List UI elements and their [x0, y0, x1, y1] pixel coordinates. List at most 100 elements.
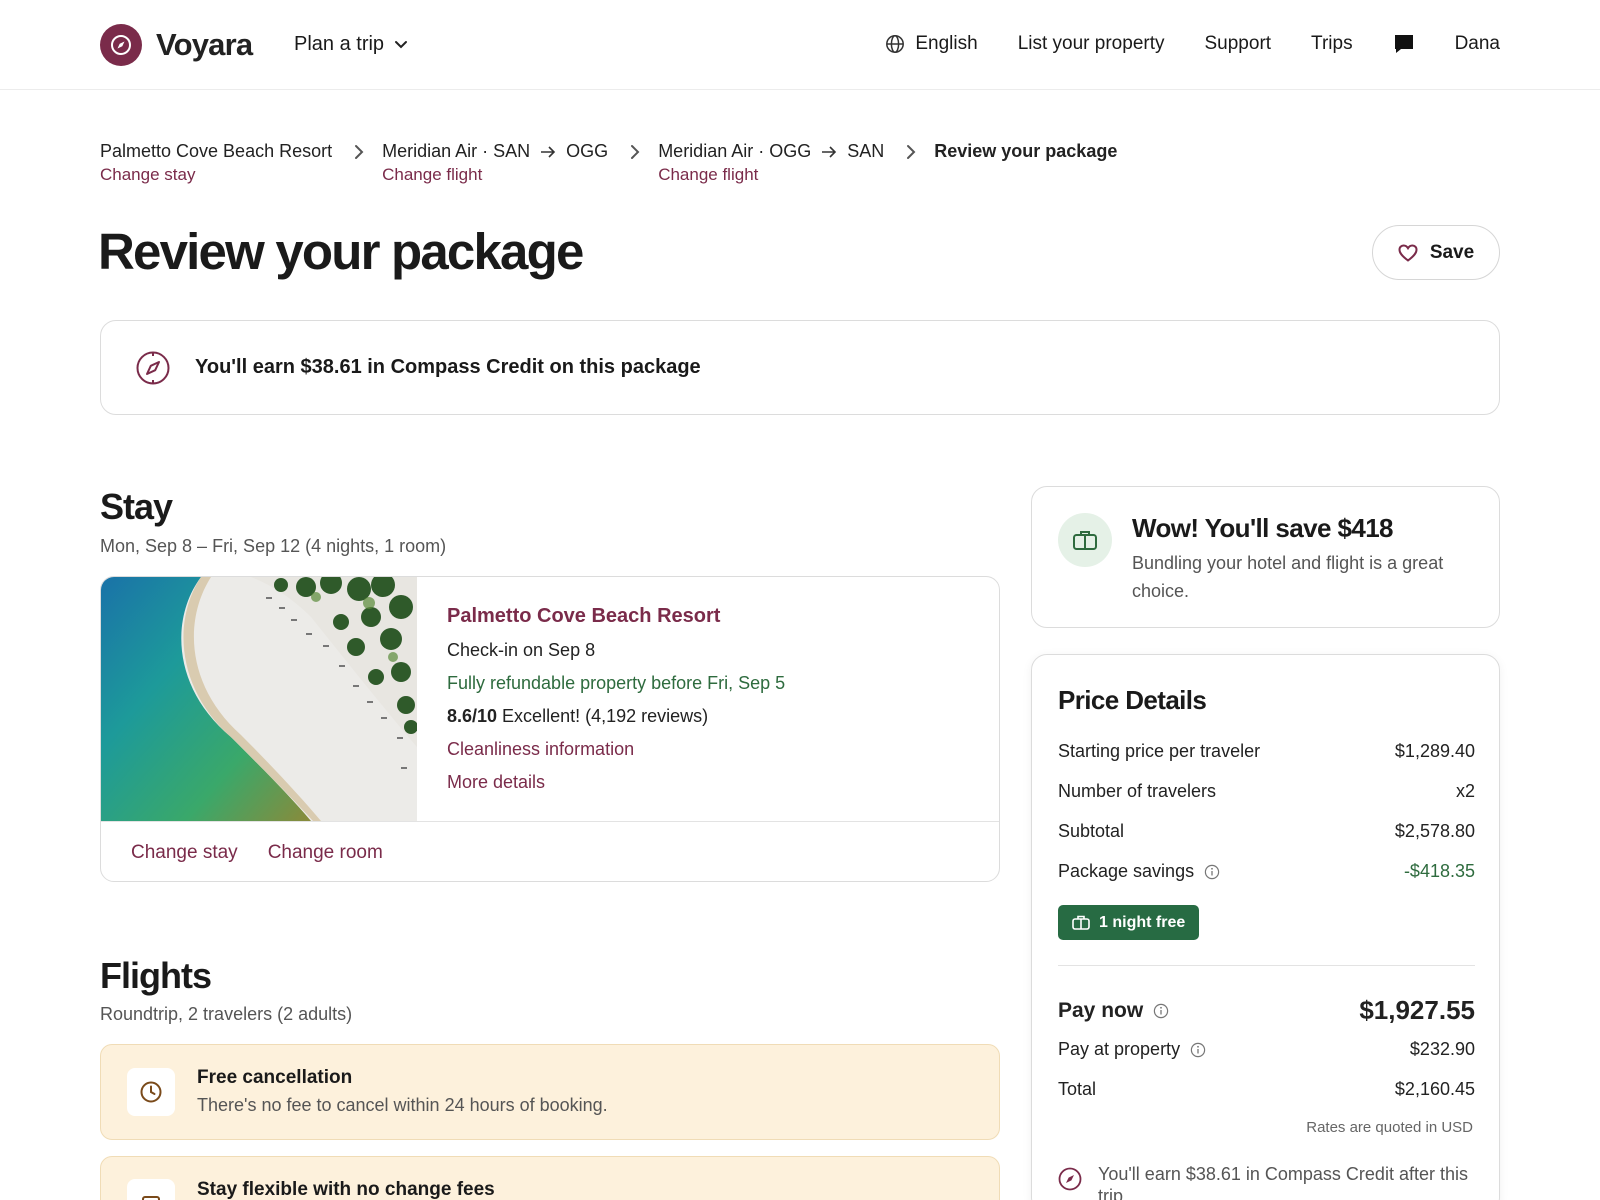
rating-score: 8.6/10: [447, 706, 498, 726]
price-row: Starting price per traveler $1,289.40: [1058, 741, 1475, 762]
hotel-name-link[interactable]: Palmetto Cove Beach Resort: [447, 605, 785, 628]
change-outbound-flight-link[interactable]: Change flight: [382, 165, 608, 185]
arrow-right-icon: [821, 145, 837, 158]
free-night-badge: 1 night free: [1058, 905, 1200, 940]
flights-heading: Flights: [100, 955, 212, 996]
bundle-savings-card: Wow! You'll save $418 Bundling your hote…: [1031, 486, 1500, 628]
breadcrumb-current-label: Review your package: [934, 141, 1118, 161]
free-night-label: 1 night free: [1099, 913, 1186, 931]
stay-dates: Mon, Sep 8 – Fri, Sep 12 (4 nights, 1 ro…: [100, 536, 447, 556]
total-label: Total: [1058, 1079, 1097, 1099]
suitcase-icon: [1072, 915, 1090, 930]
return-destination: SAN: [847, 141, 885, 161]
divider: [1058, 965, 1475, 966]
currency-note: Rates are quoted in USD: [1306, 1119, 1473, 1136]
arrow-right-icon: [540, 145, 556, 158]
chat-icon: [1394, 35, 1413, 53]
clock-icon: [127, 1068, 175, 1116]
pay-at-property-value: $232.90: [1409, 1039, 1475, 1059]
price-details-title: Price Details: [1058, 685, 1207, 715]
price-row-value: $2,578.80: [1394, 821, 1475, 841]
stay-card: Palmetto Cove Beach Resort Check-in on S…: [100, 576, 1000, 882]
save-button[interactable]: Save: [1372, 225, 1500, 280]
package-savings-value: -$418.35: [1403, 861, 1475, 881]
stay-actions: Change stay Change room: [101, 821, 999, 881]
outbound-carrier: Meridian Air · SAN: [382, 141, 531, 161]
change-stay-button[interactable]: Change stay: [131, 842, 238, 864]
hotel-rating: 8.6/10 Excellent! (4,192 reviews): [447, 706, 785, 727]
globe-icon: [886, 35, 905, 53]
chevron-right-icon: [354, 144, 364, 160]
price-details-card: Price Details Starting price per travele…: [1031, 654, 1500, 1200]
breadcrumb-stay: Palmetto Cove Beach Resort Change stay: [100, 141, 332, 185]
cleanliness-info-link[interactable]: Cleanliness information: [447, 739, 785, 760]
brand-logo[interactable]: Voyara: [100, 24, 253, 66]
top-navigation: Voyara Plan a trip English List your pro…: [0, 0, 1600, 90]
language-label: English: [915, 33, 978, 54]
change-stay-link[interactable]: Change stay: [100, 165, 332, 185]
support-link[interactable]: Support: [1205, 33, 1272, 55]
price-row-value: x2: [1455, 781, 1475, 801]
no-change-fees-title: Stay flexible with no change fees: [197, 1179, 495, 1200]
list-property-link[interactable]: List your property: [1018, 33, 1165, 55]
save-button-label: Save: [1429, 241, 1475, 263]
savings-description: Bundling your hotel and flight is a grea…: [1132, 553, 1444, 601]
savings-title: Wow! You'll save $418: [1132, 513, 1394, 543]
price-row-label: Number of travelers: [1058, 781, 1217, 801]
no-change-fees-notice: Stay flexible with no change fees: [100, 1156, 1000, 1200]
breadcrumb: Palmetto Cove Beach Resort Change stay M…: [100, 141, 1117, 185]
pay-at-property-row: Pay at property $232.90: [1058, 1039, 1475, 1060]
more-details-link[interactable]: More details: [447, 772, 785, 793]
info-icon[interactable]: [1153, 1003, 1169, 1019]
total-value: $2,160.45: [1394, 1079, 1475, 1099]
price-row-value: $1,289.40: [1394, 741, 1475, 761]
trips-link[interactable]: Trips: [1311, 33, 1353, 55]
breadcrumb-outbound-flight: Meridian Air · SAN OGG Change flight: [382, 141, 608, 185]
chevron-down-icon: [395, 40, 408, 48]
price-row: Subtotal $2,578.80: [1058, 821, 1475, 842]
info-icon[interactable]: [1190, 1042, 1206, 1058]
chevron-right-icon: [906, 144, 916, 160]
suitcase-icon: [1058, 513, 1112, 567]
free-cancellation-title: Free cancellation: [197, 1067, 353, 1088]
price-row-label: Package savings: [1058, 861, 1195, 881]
compass-logo-icon: [100, 24, 142, 66]
refund-policy: Fully refundable property before Fri, Se…: [447, 673, 786, 693]
price-row: Package savings -$418.35: [1058, 861, 1475, 882]
pay-now-label: Pay now: [1058, 998, 1144, 1022]
price-row: Number of travelers x2: [1058, 781, 1475, 802]
change-room-button[interactable]: Change room: [268, 842, 383, 864]
rating-text: Excellent! (4,192 reviews): [497, 706, 709, 726]
messages-button[interactable]: [1393, 33, 1415, 55]
account-menu[interactable]: Dana: [1455, 33, 1500, 55]
page-title: Review your package: [98, 223, 584, 280]
breadcrumb-stay-name: Palmetto Cove Beach Resort: [100, 141, 333, 161]
checkin-date: Check-in on Sep 8: [447, 640, 596, 660]
brand-name: Voyara: [156, 27, 253, 62]
price-row-label: Subtotal: [1058, 821, 1125, 841]
compass-credit-text: You'll earn $38.61 in Compass Credit on …: [195, 356, 701, 378]
pay-now-value: $1,927.55: [1359, 995, 1475, 1025]
change-return-flight-link[interactable]: Change flight: [658, 165, 884, 185]
compass-icon: [1058, 1167, 1082, 1191]
heart-icon: [1398, 243, 1418, 262]
breadcrumb-return-flight: Meridian Air · OGG SAN Change flight: [658, 141, 884, 185]
earn-credit-text: You'll earn $38.61 in Compass Credit aft…: [1098, 1164, 1468, 1200]
calendar-icon: [127, 1179, 175, 1200]
plan-a-trip-label: Plan a trip: [294, 33, 385, 55]
breadcrumb-current: Review your package: [934, 141, 1117, 162]
earn-credit-note: You'll earn $38.61 in Compass Credit aft…: [1058, 1163, 1468, 1200]
plan-a-trip-menu[interactable]: Plan a trip: [294, 33, 408, 56]
total-row: Total $2,160.45: [1058, 1079, 1475, 1100]
free-cancellation-desc: There's no fee to cancel within 24 hours…: [197, 1095, 608, 1115]
language-selector[interactable]: English: [885, 33, 978, 55]
hotel-beach-image[interactable]: [101, 577, 417, 821]
compass-credit-banner: You'll earn $38.61 in Compass Credit on …: [100, 320, 1500, 415]
return-carrier: Meridian Air · OGG: [658, 141, 812, 161]
compass-icon: [136, 351, 170, 384]
outbound-destination: OGG: [566, 141, 609, 161]
price-row-label: Starting price per traveler: [1058, 741, 1261, 761]
info-icon[interactable]: [1204, 864, 1220, 880]
pay-now-row: Pay now $1,927.55: [1058, 995, 1475, 1026]
flights-summary: Roundtrip, 2 travelers (2 adults): [100, 1004, 353, 1024]
